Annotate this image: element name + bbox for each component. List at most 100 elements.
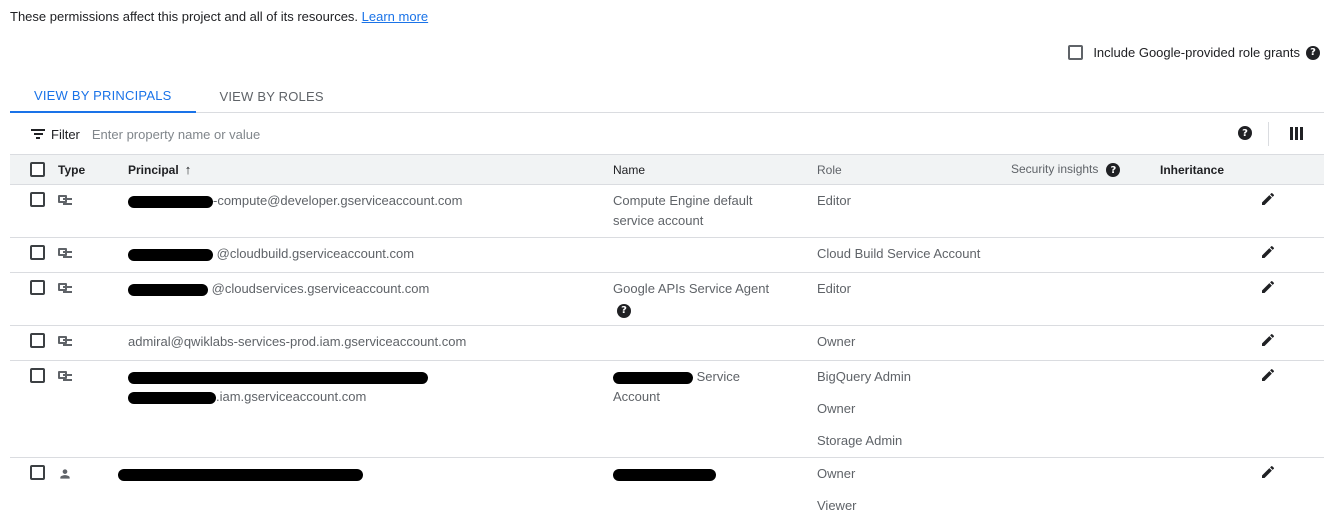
row-checkbox[interactable] [30,333,45,348]
include-google-grants-checkbox[interactable] [1068,45,1084,60]
redacted-text [613,371,693,384]
select-all-checkbox[interactable] [30,162,45,178]
principal-email: -compute@developer.gserviceaccount.com [213,193,463,208]
role-cell: Editor [817,273,1011,326]
table-row: admiral@qwiklabs-services-prod.iam.gserv… [10,326,1324,361]
edit-icon[interactable] [1260,244,1276,266]
role-label: Cloud Build Service Account [817,246,981,261]
principal-cell [118,458,613,516]
column-header-role[interactable]: Role [817,155,1011,185]
service-account-icon [58,248,72,259]
redacted-text [128,195,213,208]
column-header-principal[interactable]: Principal ↑ [128,155,613,185]
role-cell: Owner [817,326,1011,361]
principal-cell: -compute@developer.gserviceaccount.com [128,185,613,238]
table-header-row: Type Principal ↑ Name Role Security insig… [10,154,1324,185]
redacted-text [118,468,363,481]
name-line: Google APIs Service Agent [613,281,770,296]
redacted-text [128,248,213,261]
service-account-icon [58,195,72,206]
edit-icon[interactable] [1260,464,1276,486]
row-checkbox[interactable] [30,465,45,480]
principal-cell: admiral@qwiklabs-services-prod.iam.gserv… [128,326,613,361]
name-line: Service [696,369,740,384]
column-header-security-insights-label: Security insights [1011,161,1099,176]
service-account-icon [58,283,72,294]
edit-icon[interactable] [1260,332,1276,354]
column-header-principal-label: Principal [128,163,179,177]
intro-description: These permissions affect this project an… [10,9,359,24]
role-label: BigQuery Admin [817,369,911,384]
name-line: Compute Engine default [613,193,753,208]
filter-input[interactable] [91,126,592,142]
table-row: -compute@developer.gserviceaccount.com C… [10,185,1324,238]
role-cell: Editor [817,185,1011,238]
principal-cell: @cloudbuild.gserviceaccount.com [128,238,613,273]
column-display-options-icon[interactable] [1290,127,1303,140]
filter-label[interactable]: Filter [51,127,80,142]
sort-ascending-icon[interactable]: ↑ [185,162,192,177]
name-cell: Google APIs Service Agent ? [613,273,817,326]
view-tabs: VIEW BY PRINCIPALS VIEW BY ROLES [10,80,1324,113]
name-line: Account [613,389,660,404]
name-cell [613,458,817,516]
divider [1268,122,1269,146]
include-google-grants[interactable]: Include Google-provided role grants ? [1068,45,1320,60]
table-row: .iam.gserviceaccount.com Service Account… [10,361,1324,458]
help-icon[interactable]: ? [617,304,631,318]
role-label: Owner [817,466,856,481]
role-cell: Owner Viewer [817,458,1011,516]
principal-email: @cloudbuild.gserviceaccount.com [216,246,415,261]
principal-email: @cloudservices.gserviceaccount.com [211,281,430,296]
table-row: @cloudservices.gserviceaccount.com Googl… [10,273,1324,326]
role-label: Editor [817,281,851,296]
redacted-text [613,468,716,481]
filter-bar: Filter ? [10,114,1324,154]
principal-email: .iam.gserviceaccount.com [216,389,367,404]
role-label: Viewer [817,498,857,513]
row-checkbox[interactable] [30,245,45,260]
redacted-text [128,283,208,296]
table-row: Owner Viewer [10,458,1324,516]
principals-table: Type Principal ↑ Name Role Security insig… [10,154,1324,516]
edit-icon[interactable] [1260,279,1276,301]
principal-email: admiral@qwiklabs-services-prod.iam.gserv… [128,334,467,349]
help-icon[interactable]: ? [1106,163,1121,178]
role-label: Owner [817,334,856,349]
principal-cell: .iam.gserviceaccount.com [128,361,613,458]
name-cell: Service Account [613,361,817,458]
row-checkbox[interactable] [30,192,45,207]
role-cell: Cloud Build Service Account [817,238,1011,273]
role-cell: BigQuery Admin Owner Storage Admin [817,361,1011,458]
include-google-grants-label: Include Google-provided role grants [1093,45,1300,60]
row-checkbox[interactable] [30,280,45,295]
filter-icon[interactable] [31,129,45,139]
name-cell: Compute Engine default service account [613,185,817,238]
intro-text: These permissions affect this project an… [10,9,428,24]
role-label: Storage Admin [817,433,903,448]
person-icon [60,469,70,479]
column-header-security-insights: Security insights? [1011,155,1160,185]
edit-icon[interactable] [1260,367,1276,389]
row-checkbox[interactable] [30,368,45,383]
column-header-type[interactable]: Type [58,155,128,185]
help-icon[interactable]: ? [1306,45,1320,60]
role-label: Editor [817,193,851,208]
tab-view-by-roles[interactable]: VIEW BY ROLES [196,80,348,113]
role-label: Owner [817,401,856,416]
column-header-name[interactable]: Name [613,155,817,185]
edit-icon[interactable] [1260,191,1276,213]
service-account-icon [58,371,72,382]
service-account-icon [58,336,72,347]
help-icon[interactable]: ? [1238,126,1252,140]
name-cell [613,326,817,361]
name-cell [613,238,817,273]
learn-more-link[interactable]: Learn more [362,9,428,24]
redacted-text [128,391,216,404]
name-line: service account [613,213,704,228]
redacted-text [128,371,428,384]
table-row: @cloudbuild.gserviceaccount.com Cloud Bu… [10,238,1324,273]
principal-cell: @cloudservices.gserviceaccount.com [128,273,613,326]
tab-view-by-principals[interactable]: VIEW BY PRINCIPALS [10,80,196,113]
column-header-inheritance: Inheritance [1160,162,1225,177]
